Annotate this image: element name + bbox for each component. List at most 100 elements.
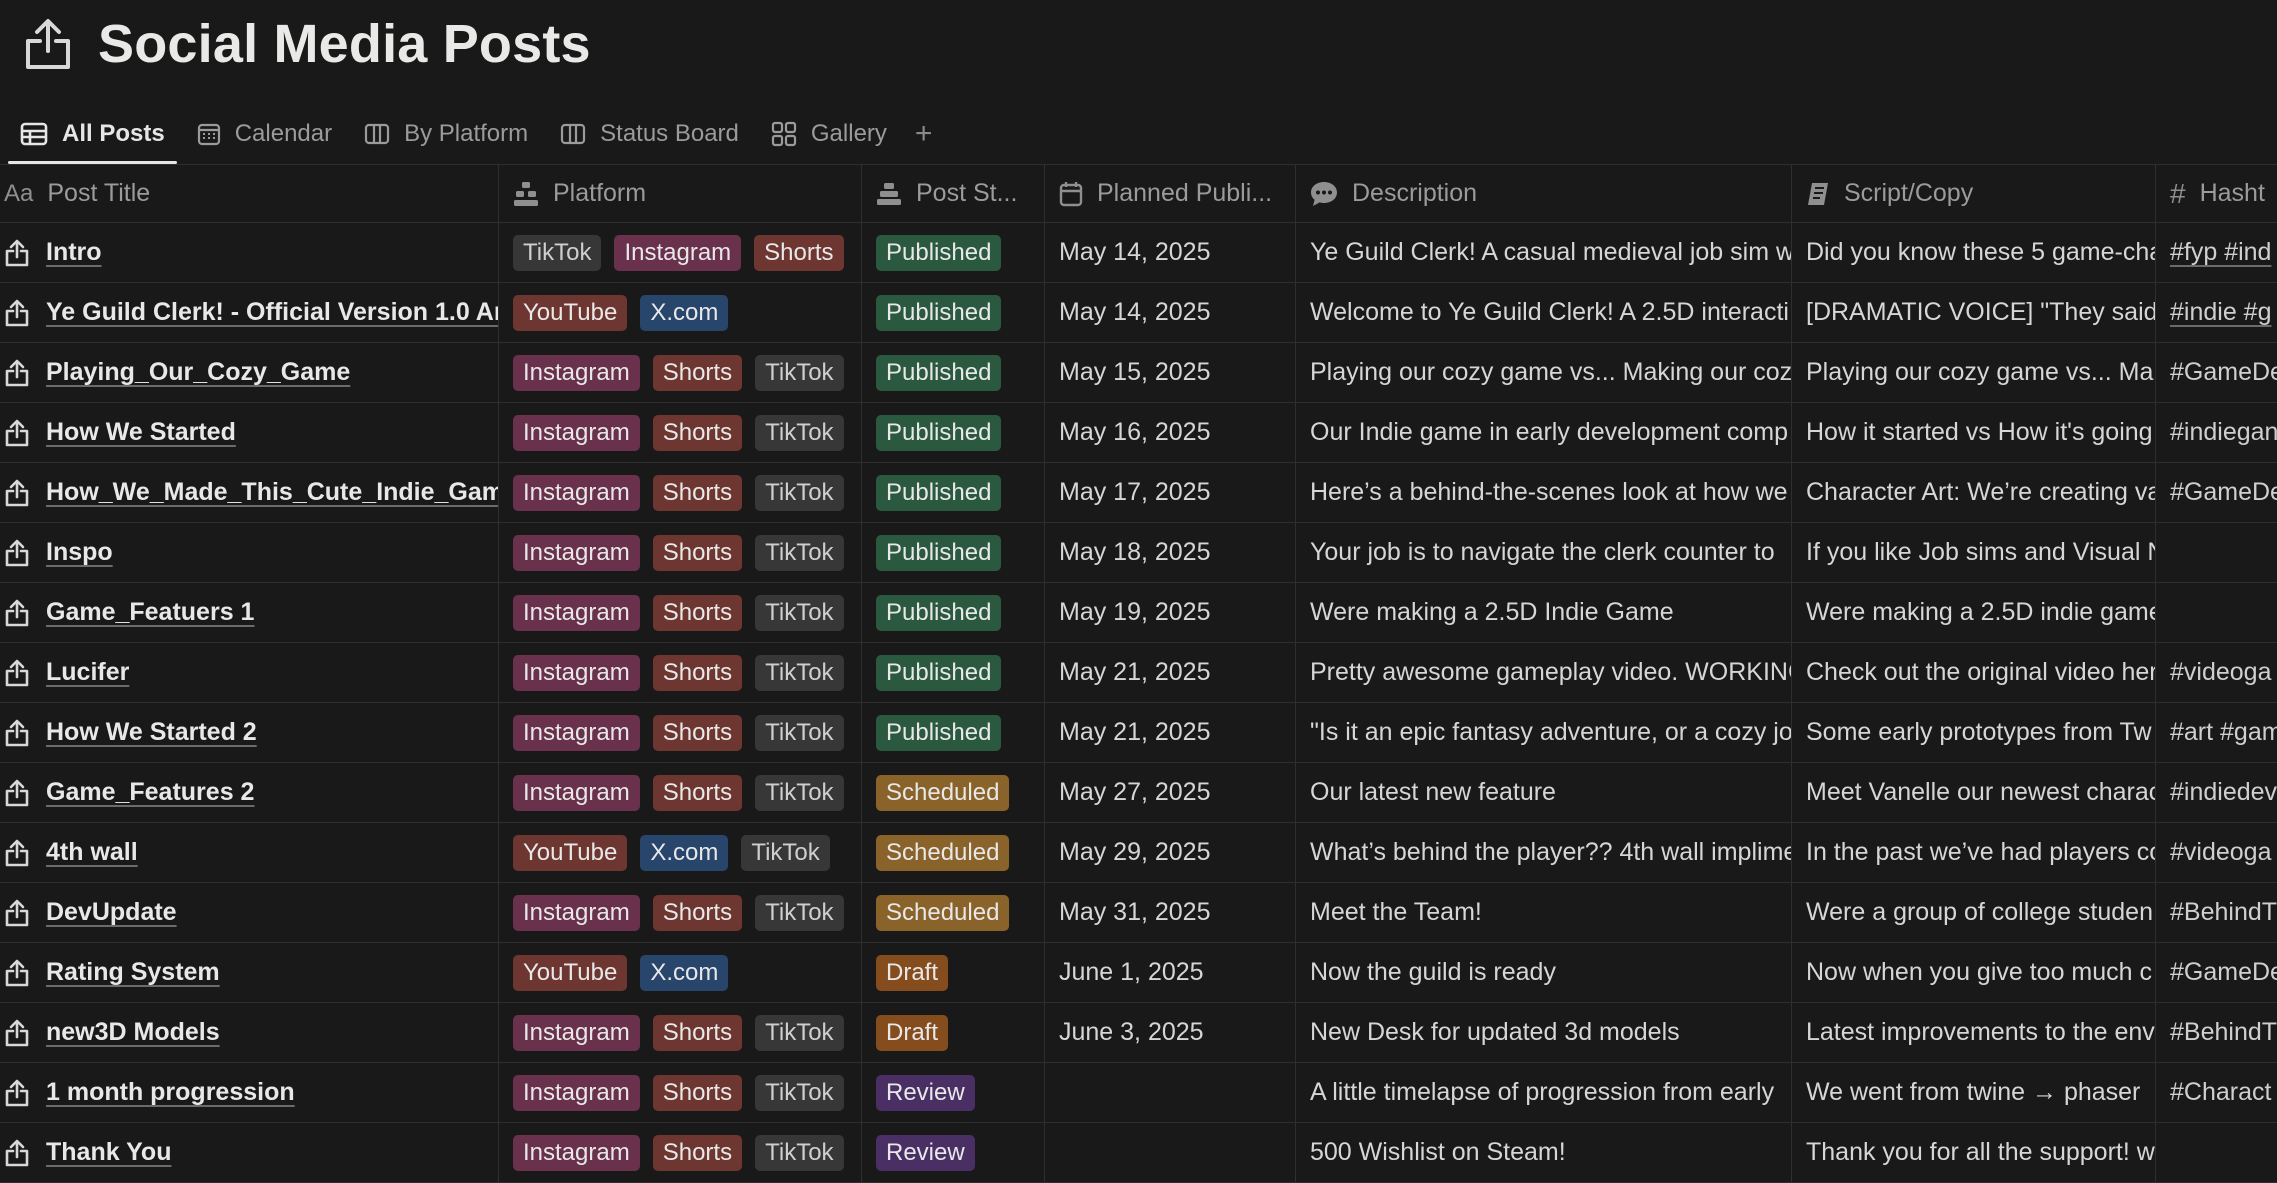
planned-publish-date[interactable]: May 19, 2025 <box>1045 583 1296 642</box>
share-upload-icon[interactable] <box>20 16 76 72</box>
platform-cell[interactable]: Instagram Shorts TikTok <box>499 703 862 762</box>
description-cell[interactable]: Your job is to navigate the clerk counte… <box>1296 523 1792 582</box>
post-title-cell[interactable]: Rating System <box>0 943 499 1002</box>
planned-publish-date[interactable]: May 17, 2025 <box>1045 463 1296 522</box>
post-title[interactable]: How_We_Made_This_Cute_Indie_Game. <box>46 478 498 507</box>
platform-cell[interactable]: YouTube X.com <box>499 943 862 1002</box>
script-copy-cell[interactable]: Did you know these 5 game-cha <box>1792 223 2156 282</box>
tab-all-posts[interactable]: All Posts <box>8 104 177 164</box>
status-cell[interactable]: Published <box>862 463 1045 522</box>
post-title[interactable]: Game_Featuers 1 <box>46 598 254 627</box>
table-row[interactable]: How We Started Instagram Shorts TikTok Pub… <box>0 403 2277 463</box>
table-row[interactable]: Inspo Instagram Shorts TikTok Published Ma… <box>0 523 2277 583</box>
hashtags-cell[interactable]: #fyp #ind <box>2156 223 2277 282</box>
description-cell[interactable]: What’s behind the player?? 4th wall impl… <box>1296 823 1792 882</box>
platform-cell[interactable]: Instagram Shorts TikTok <box>499 1063 862 1122</box>
post-title-cell[interactable]: Thank You <box>0 1123 499 1182</box>
tab-gallery[interactable]: Gallery <box>759 104 899 164</box>
script-copy-cell[interactable]: [DRAMATIC VOICE] "They said it <box>1792 283 2156 342</box>
status-cell[interactable]: Published <box>862 643 1045 702</box>
hashtags-cell[interactable]: #GameDe <box>2156 943 2277 1002</box>
column-header-script-copy[interactable]: Script/Copy <box>1792 165 2156 222</box>
post-title-cell[interactable]: Game_Featuers 1 <box>0 583 499 642</box>
platform-cell[interactable]: YouTube X.com TikTok <box>499 823 862 882</box>
hashtags-cell[interactable]: #GameDe <box>2156 463 2277 522</box>
tab-status-board[interactable]: Status Board <box>548 104 751 164</box>
post-title-cell[interactable]: new3D Models <box>0 1003 499 1062</box>
post-title-cell[interactable]: DevUpdate <box>0 883 499 942</box>
description-cell[interactable]: 500 Wishlist on Steam! <box>1296 1123 1792 1182</box>
status-cell[interactable]: Review <box>862 1063 1045 1122</box>
status-cell[interactable]: Published <box>862 523 1045 582</box>
description-cell[interactable]: Our latest new feature <box>1296 763 1792 822</box>
table-row[interactable]: Game_Featuers 1 Instagram Shorts TikTok Pu… <box>0 583 2277 643</box>
platform-cell[interactable]: Instagram Shorts TikTok <box>499 1123 862 1182</box>
column-header-platform[interactable]: Platform <box>499 165 862 222</box>
add-view-button[interactable]: + <box>907 104 941 164</box>
platform-cell[interactable]: Instagram Shorts TikTok <box>499 1003 862 1062</box>
column-header-description[interactable]: Description <box>1296 165 1792 222</box>
hashtags-cell[interactable]: #indiegan <box>2156 403 2277 462</box>
column-header-post-title[interactable]: Aa Post Title <box>0 165 499 222</box>
status-cell[interactable]: Published <box>862 703 1045 762</box>
hashtags-cell[interactable]: #GameDe <box>2156 343 2277 402</box>
planned-publish-date[interactable]: May 21, 2025 <box>1045 643 1296 702</box>
hashtags-cell[interactable]: #indiedev <box>2156 763 2277 822</box>
script-copy-cell[interactable]: If you like Job sims and Visual N <box>1792 523 2156 582</box>
description-cell[interactable]: Pretty awesome gameplay video. WORKING <box>1296 643 1792 702</box>
status-cell[interactable]: Draft <box>862 1003 1045 1062</box>
planned-publish-date[interactable]: May 21, 2025 <box>1045 703 1296 762</box>
hashtags-cell[interactable]: #indie #g <box>2156 283 2277 342</box>
post-title-cell[interactable]: How_We_Made_This_Cute_Indie_Game. <box>0 463 499 522</box>
script-copy-cell[interactable]: Character Art: We’re creating va <box>1792 463 2156 522</box>
post-title-cell[interactable]: Game_Features 2 <box>0 763 499 822</box>
hashtags-cell[interactable] <box>2156 583 2277 642</box>
description-cell[interactable]: Welcome to Ye Guild Clerk! A 2.5D intera… <box>1296 283 1792 342</box>
description-cell[interactable]: A little timelapse of progression from e… <box>1296 1063 1792 1122</box>
tab-calendar[interactable]: Calendar <box>185 104 344 164</box>
post-title-cell[interactable]: Playing_Our_Cozy_Game <box>0 343 499 402</box>
post-title-cell[interactable]: Inspo <box>0 523 499 582</box>
script-copy-cell[interactable]: We went from twine → phaser <box>1792 1063 2156 1122</box>
table-row[interactable]: Game_Features 2 Instagram Shorts TikTok Sc… <box>0 763 2277 823</box>
script-copy-cell[interactable]: Thank you for all the support! w <box>1792 1123 2156 1182</box>
planned-publish-date[interactable]: May 29, 2025 <box>1045 823 1296 882</box>
script-copy-cell[interactable]: How it started vs How it's going <box>1792 403 2156 462</box>
column-header-planned-publish[interactable]: Planned Publi... <box>1045 165 1296 222</box>
status-cell[interactable]: Published <box>862 283 1045 342</box>
post-title[interactable]: Thank You <box>46 1138 171 1167</box>
table-row[interactable]: Rating System YouTube X.com Draft June 1,… <box>0 943 2277 1003</box>
platform-cell[interactable]: TikTok Instagram Shorts <box>499 223 862 282</box>
table-row[interactable]: new3D Models Instagram Shorts TikTok Draft… <box>0 1003 2277 1063</box>
hashtags-cell[interactable] <box>2156 523 2277 582</box>
script-copy-cell[interactable]: Some early prototypes from Tw <box>1792 703 2156 762</box>
post-title[interactable]: Game_Features 2 <box>46 778 254 807</box>
table-row[interactable]: How We Started 2 Instagram Shorts TikTok P… <box>0 703 2277 763</box>
table-row[interactable]: Ye Guild Clerk! - Official Version 1.0 A… <box>0 283 2277 343</box>
status-cell[interactable]: Scheduled <box>862 763 1045 822</box>
status-cell[interactable]: Published <box>862 403 1045 462</box>
description-cell[interactable]: Ye Guild Clerk! A casual medieval job si… <box>1296 223 1792 282</box>
post-title[interactable]: Lucifer <box>46 658 129 687</box>
table-row[interactable]: DevUpdate Instagram Shorts TikTok Schedule… <box>0 883 2277 943</box>
post-title[interactable]: Rating System <box>46 958 220 987</box>
platform-cell[interactable]: Instagram Shorts TikTok <box>499 463 862 522</box>
platform-cell[interactable]: YouTube X.com <box>499 283 862 342</box>
description-cell[interactable]: Were making a 2.5D Indie Game <box>1296 583 1792 642</box>
script-copy-cell[interactable]: Meet Vanelle our newest charac <box>1792 763 2156 822</box>
post-title-cell[interactable]: 4th wall <box>0 823 499 882</box>
planned-publish-date[interactable]: May 15, 2025 <box>1045 343 1296 402</box>
description-cell[interactable]: Playing our cozy game vs... Making our c… <box>1296 343 1792 402</box>
post-title-cell[interactable]: Ye Guild Clerk! - Official Version 1.0 A… <box>0 283 499 342</box>
post-title[interactable]: Inspo <box>46 538 113 567</box>
planned-publish-date[interactable]: May 18, 2025 <box>1045 523 1296 582</box>
table-row[interactable]: 4th wall YouTube X.com TikTok Scheduled Ma… <box>0 823 2277 883</box>
status-cell[interactable]: Published <box>862 223 1045 282</box>
post-title-cell[interactable]: 1 month progression <box>0 1063 499 1122</box>
planned-publish-date[interactable]: May 27, 2025 <box>1045 763 1296 822</box>
planned-publish-date[interactable]: May 14, 2025 <box>1045 223 1296 282</box>
platform-cell[interactable]: Instagram Shorts TikTok <box>499 403 862 462</box>
script-copy-cell[interactable]: Check out the original video her <box>1792 643 2156 702</box>
script-copy-cell[interactable]: Were making a 2.5D indie game <box>1792 583 2156 642</box>
hashtags-cell[interactable]: #videoga <box>2156 643 2277 702</box>
